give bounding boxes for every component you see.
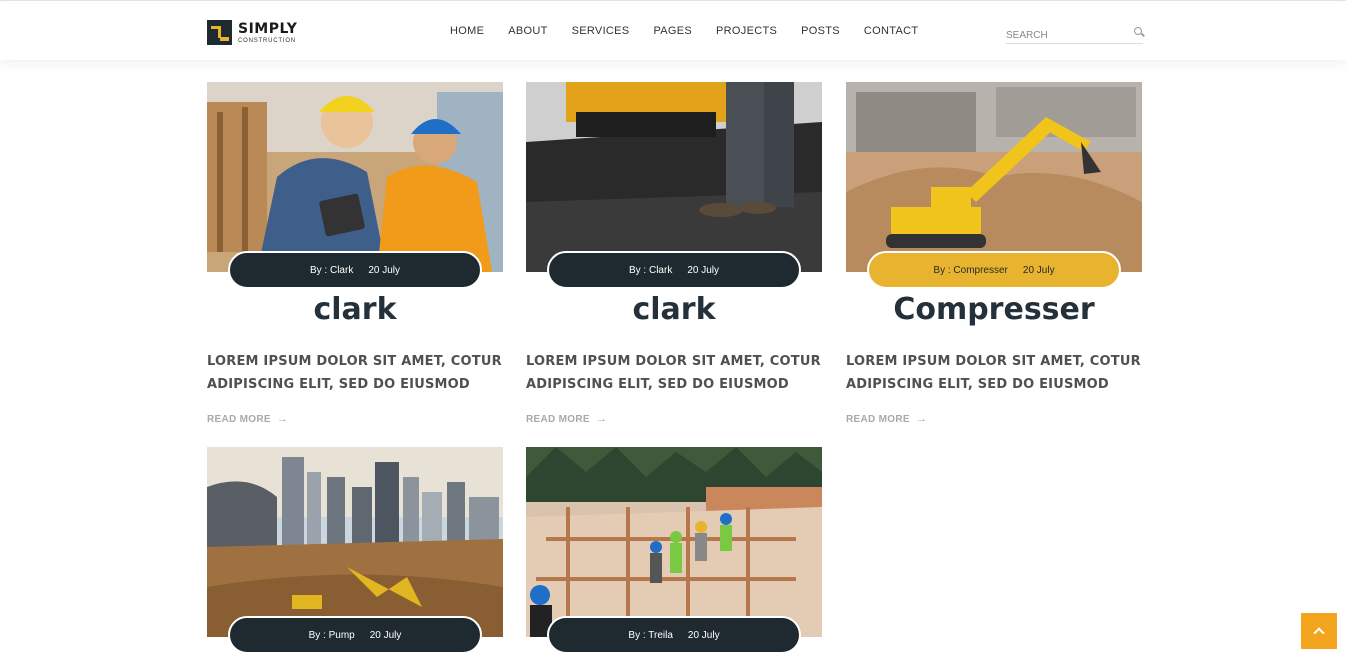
post-meta-badge: By : Pump 20 July — [228, 616, 482, 654]
main-nav: HOME ABOUT SERVICES PAGES PROJECTS POSTS… — [450, 25, 942, 37]
scroll-to-top-button[interactable] — [1301, 613, 1337, 649]
post-image-excavator[interactable] — [846, 82, 1142, 272]
post-author[interactable]: By : Compresser — [933, 265, 1007, 276]
search-input[interactable] — [1006, 30, 1126, 41]
post-image-workers[interactable] — [207, 82, 503, 272]
nav-contact[interactable]: CONTACT — [864, 25, 918, 37]
post-card: By : Pump 20 July — [207, 447, 503, 654]
nav-services[interactable]: SERVICES — [572, 25, 630, 37]
arrow-right-icon: → — [595, 413, 608, 425]
post-card: By : Treila 20 July — [526, 447, 822, 654]
nav-about[interactable]: ABOUT — [508, 25, 547, 37]
logo-icon — [207, 20, 232, 45]
post-card: By : Compresser 20 July Compresser LOREM… — [846, 82, 1142, 427]
post-card: By : Clark 20 July clark LOREM IPSUM DOL… — [207, 82, 503, 427]
read-more-link[interactable]: READ MORE → — [846, 413, 927, 425]
post-meta-badge: By : Clark 20 July — [547, 251, 801, 289]
post-excerpt: LOREM IPSUM DOLOR SIT AMET, COTUR ADIPIS… — [207, 354, 502, 392]
chevron-up-icon — [1313, 627, 1325, 639]
post-meta-badge: By : Treila 20 July — [547, 616, 801, 654]
search-box — [1006, 25, 1143, 44]
post-title[interactable]: clark — [526, 292, 822, 327]
post-image-city[interactable] — [207, 447, 503, 637]
post-excerpt: LOREM IPSUM DOLOR SIT AMET, COTUR ADIPIS… — [526, 354, 821, 392]
brand-tagline: CONSTRUCTION — [238, 37, 296, 44]
nav-home[interactable]: HOME — [450, 25, 484, 37]
post-card: By : Clark 20 July clark LOREM IPSUM DOL… — [526, 82, 822, 427]
post-date: 20 July — [368, 264, 401, 276]
post-author[interactable]: By : Pump — [309, 630, 355, 641]
search-icon[interactable] — [1134, 27, 1142, 35]
post-date: 20 July — [369, 629, 402, 641]
post-meta-badge: By : Compresser 20 July — [867, 251, 1121, 289]
nav-posts[interactable]: POSTS — [801, 25, 840, 37]
post-meta-badge: By : Clark 20 July — [228, 251, 482, 289]
post-image-framing[interactable] — [526, 447, 822, 637]
post-image-asphalt[interactable] — [526, 82, 822, 272]
post-author[interactable]: By : Clark — [310, 265, 353, 276]
post-date: 20 July — [1022, 264, 1055, 276]
brand-name: SIMPLY — [238, 20, 298, 37]
post-author[interactable]: By : Treila — [628, 630, 672, 641]
site-header: SIMPLY CONSTRUCTION HOME ABOUT SERVICES … — [0, 4, 1346, 60]
post-title[interactable]: clark — [207, 292, 503, 327]
arrow-right-icon: → — [276, 413, 289, 425]
nav-projects[interactable]: PROJECTS — [716, 25, 777, 37]
post-author[interactable]: By : Clark — [629, 265, 672, 276]
nav-pages[interactable]: PAGES — [653, 25, 692, 37]
post-date: 20 July — [687, 264, 720, 276]
read-more-link[interactable]: READ MORE → — [207, 413, 288, 425]
read-more-link[interactable]: READ MORE → — [526, 413, 607, 425]
arrow-right-icon: → — [915, 413, 928, 425]
post-date: 20 July — [687, 629, 720, 641]
post-title[interactable]: Compresser — [846, 292, 1142, 327]
post-excerpt: LOREM IPSUM DOLOR SIT AMET, COTUR ADIPIS… — [846, 354, 1141, 392]
logo[interactable]: SIMPLY CONSTRUCTION — [207, 20, 297, 45]
